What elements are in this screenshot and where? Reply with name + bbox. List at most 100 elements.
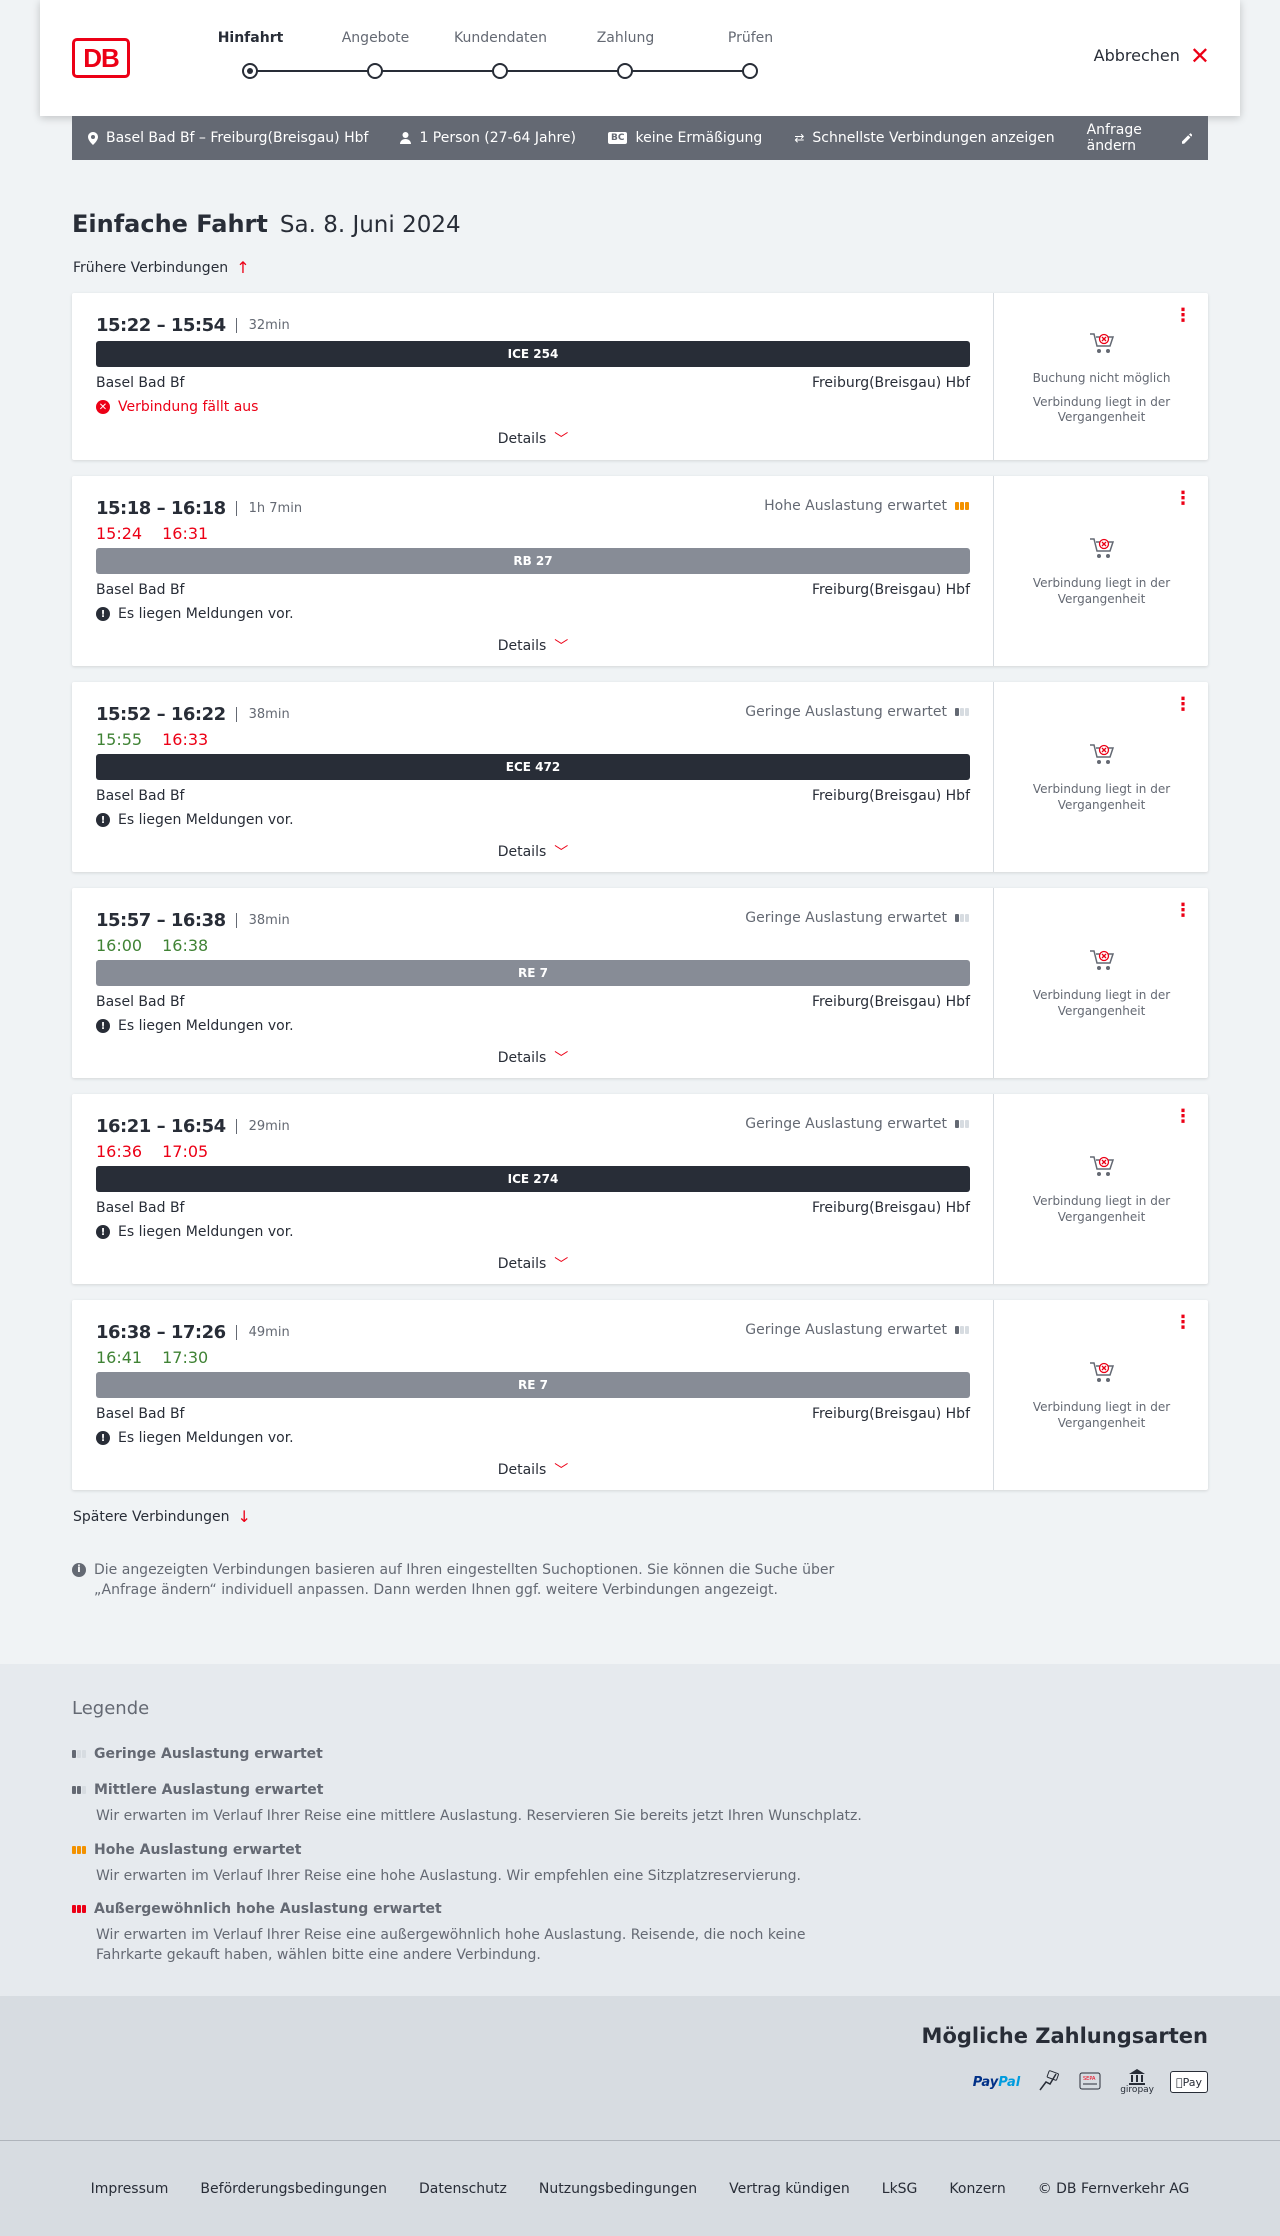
more-options-icon[interactable]: ⋮	[1174, 1108, 1192, 1126]
realtime-departure: 15:55	[96, 730, 143, 749]
change-request-label: Anfrage ändern	[1086, 122, 1142, 154]
details-toggle[interactable]: Details ﹀	[72, 1254, 994, 1274]
train-segment-bar[interactable]: ICE 254	[96, 341, 970, 367]
more-options-icon[interactable]: ⋮	[1174, 902, 1192, 920]
high-load-icon	[955, 502, 969, 510]
legend-title: Legende	[72, 1698, 150, 1719]
duration: 38min	[235, 707, 290, 722]
more-options-icon[interactable]: ⋮	[1174, 490, 1192, 508]
train-segment-bar[interactable]: RE 7	[96, 1372, 970, 1398]
stations: Basel Bad Bf Freiburg(Breisgau) Hbf	[96, 375, 970, 391]
fastest-toggle[interactable]: ⇄ Schnellste Verbindungen anzeigen	[794, 130, 1054, 146]
scheduled-time: 16:38 – 17:26	[96, 1322, 226, 1343]
chevron-down-icon: ﹀	[554, 1463, 569, 1479]
origin-station: Basel Bad Bf	[96, 994, 185, 1010]
details-label: Details	[497, 1462, 547, 1478]
sepa-icon: SEPA	[1078, 2068, 1104, 2096]
legend-item-medium: Mittlere Auslastung erwartet Wir erwarte…	[72, 1782, 872, 1826]
payment-methods: PayPal SEPA giropay Pay	[973, 2068, 1208, 2096]
train-segment-bar[interactable]: ECE 472	[96, 754, 970, 780]
footer-link-nutzung[interactable]: Nutzungsbedingungen	[539, 2181, 697, 2197]
connection-main: 15:52 – 16:22 38min 15:55 16:33 Geringe Ausl…	[72, 682, 994, 872]
footer-link-impressum[interactable]: Impressum	[91, 2181, 169, 2197]
details-toggle[interactable]: Details ﹀	[72, 1048, 994, 1068]
later-connections-link[interactable]: Spätere Verbindungen ↓	[73, 1507, 251, 1526]
details-toggle[interactable]: Details ﹀	[72, 1460, 994, 1480]
origin-station: Basel Bad Bf	[96, 788, 185, 804]
change-request-button[interactable]: Anfrage ändern	[1087, 122, 1192, 154]
step-angebote: Angebote	[313, 30, 438, 79]
train-segment-bar[interactable]: RE 7	[96, 960, 970, 986]
alert-icon: !	[96, 813, 110, 827]
chevron-down-icon: ﹀	[554, 432, 569, 448]
footer-link-kuendigen[interactable]: Vertrag kündigen	[729, 2181, 850, 2197]
connection-card[interactable]: 15:57 – 16:38 38min 16:00 16:38 Geringe Ausl…	[72, 888, 1208, 1078]
offer-status: Buchung nicht möglich Verbindung liegt in…	[995, 331, 1208, 434]
more-options-icon[interactable]: ⋮	[1174, 696, 1192, 714]
step-kundendaten: Kundendaten	[438, 30, 563, 79]
connection-times: 15:18 – 16:18 1h 7min	[96, 498, 302, 519]
legend-desc: Wir erwarten im Verlauf Ihrer Reise eine…	[96, 1868, 801, 1884]
scheduled-time: 16:21 – 16:54	[96, 1116, 226, 1137]
connection-card[interactable]: 16:21 – 16:54 29min 16:36 17:05 Geringe Ausl…	[72, 1094, 1208, 1284]
scheduled-time: 15:22 – 15:54	[96, 315, 226, 336]
low-load-icon	[72, 1750, 86, 1758]
legend-label: Geringe Auslastung erwartet	[94, 1746, 323, 1762]
train-segment-bar[interactable]: ICE 274	[96, 1166, 970, 1192]
step-hinfahrt[interactable]: Hinfahrt	[188, 30, 313, 79]
duration: 29min	[235, 1119, 290, 1134]
earlier-label: Frühere Verbindungen	[73, 259, 229, 276]
details-toggle[interactable]: Details ﹀	[72, 842, 994, 862]
chevron-down-icon: ﹀	[554, 845, 569, 861]
connection-offer-panel: ⋮ Verbindung liegt in der Vergangenheit	[995, 888, 1208, 1078]
connection-card[interactable]: 16:38 – 17:26 49min 16:41 17:30 Geringe Ausl…	[72, 1300, 1208, 1490]
connection-card[interactable]: 15:22 – 15:54 32min ICE 254 Basel Bad Bf Fre…	[72, 293, 1208, 460]
connection-card[interactable]: 15:52 – 16:22 38min 15:55 16:33 Geringe Ausl…	[72, 682, 1208, 872]
step-dot	[617, 63, 633, 79]
cancel-button[interactable]: Abbrechen ✕	[1093, 44, 1210, 68]
train-segment-bar[interactable]: RB 27	[96, 548, 970, 574]
load-indicator: Hohe Auslastung erwartet	[764, 498, 969, 514]
connection-main: 15:18 – 16:18 1h 7min 15:24 16:31 Hohe Ausla…	[72, 476, 994, 666]
origin-station: Basel Bad Bf	[96, 1200, 185, 1216]
realtime-arrival: 16:38	[162, 936, 209, 955]
offer-status: Verbindung liegt in der Vergangenheit	[995, 1154, 1208, 1233]
legend-label: Hohe Auslastung erwartet	[94, 1842, 302, 1858]
destination-station: Freiburg(Breisgau) Hbf	[811, 1406, 970, 1422]
connection-times: 15:57 – 16:38 38min	[96, 910, 290, 931]
stations: Basel Bad Bf Freiburg(Breisgau) Hbf	[96, 1406, 970, 1422]
connection-offer-panel: ⋮ Verbindung liegt in der Vergangenheit	[995, 1300, 1208, 1490]
db-logo[interactable]: DB	[72, 38, 130, 78]
offer-status-text: Verbindung liegt in der Vergangenheit	[1032, 1400, 1171, 1430]
connection-card[interactable]: 15:18 – 16:18 1h 7min 15:24 16:31 Hohe Ausla…	[72, 476, 1208, 666]
footer-link-datenschutz[interactable]: Datenschutz	[419, 2181, 507, 2197]
destination-station: Freiburg(Breisgau) Hbf	[811, 375, 970, 391]
realtime-arrival: 16:31	[162, 524, 209, 543]
earlier-connections-link[interactable]: Frühere Verbindungen ↑	[73, 258, 250, 277]
footer-link-lksg[interactable]: LkSG	[882, 2181, 918, 2197]
discount-text: keine Ermäßigung	[635, 130, 763, 146]
cart-unavailable-icon	[1088, 536, 1116, 560]
footer-link-konzern[interactable]: Konzern	[949, 2181, 1005, 2197]
destination-station: Freiburg(Breisgau) Hbf	[811, 582, 970, 598]
footer-link-befoerderung[interactable]: Beförderungsbedingungen	[200, 2181, 387, 2197]
notice-text: Es liegen Meldungen vor.	[118, 1430, 294, 1446]
cancel-circle-icon: ✕	[96, 400, 110, 414]
train-name: RB 27	[513, 554, 553, 568]
more-options-icon[interactable]: ⋮	[1174, 307, 1192, 325]
realtime-times: 16:36 17:05	[96, 1142, 208, 1161]
details-toggle[interactable]: Details ﹀	[72, 429, 994, 449]
connection-offer-panel: ⋮ Buchung nicht möglich Verbindung liegt i…	[995, 293, 1208, 460]
apple-logo-icon: 	[1176, 2076, 1183, 2089]
origin-station: Basel Bad Bf	[96, 1406, 185, 1422]
low-load-icon	[955, 708, 969, 716]
applepay-icon: Pay	[1170, 2071, 1208, 2093]
details-toggle[interactable]: Details ﹀	[72, 636, 994, 656]
cancellation-notice: ✕ Verbindung fällt aus	[96, 399, 258, 415]
messages-notice: ! Es liegen Meldungen vor.	[96, 1430, 294, 1446]
step-dot	[742, 63, 758, 79]
travel-date: Sa. 8. Juni 2024	[279, 212, 461, 238]
more-options-icon[interactable]: ⋮	[1174, 1314, 1192, 1332]
later-label: Spätere Verbindungen	[73, 1508, 230, 1525]
cancel-label: Abbrechen	[1093, 46, 1180, 65]
